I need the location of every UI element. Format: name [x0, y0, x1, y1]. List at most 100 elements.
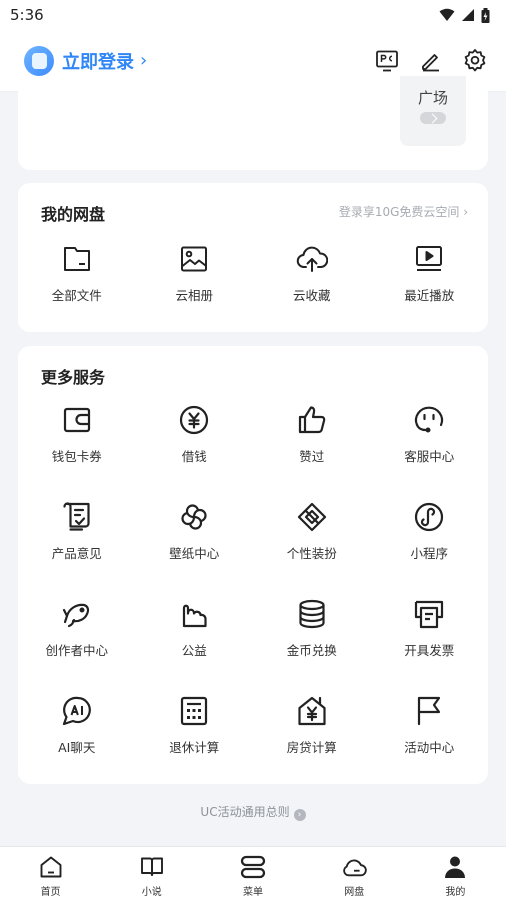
tab-label: 小说	[141, 887, 162, 898]
service-invoice[interactable]: 开具发票	[371, 596, 489, 693]
tab-label: 我的	[445, 887, 466, 898]
login-button[interactable]: 立即登录	[62, 48, 134, 74]
cell-label: 产品意见	[51, 546, 102, 561]
cell-label: 钱包卡券	[51, 449, 102, 464]
netdisk-item-album[interactable]: 云相册	[136, 241, 254, 321]
yen-coin-icon	[176, 402, 212, 438]
tab-netdisk[interactable]: 网盘	[304, 847, 405, 900]
headset-icon	[411, 402, 447, 438]
status-bar: 5:36	[0, 0, 506, 30]
cloud-upload-icon	[294, 241, 330, 277]
service-feedback[interactable]: 产品意见	[18, 499, 136, 596]
feedback-doc-icon	[59, 499, 95, 535]
service-charity[interactable]: 公益	[136, 596, 254, 693]
tab-novel[interactable]: 小说	[101, 847, 202, 900]
netdisk-grid: 全部文件 云相册 云收藏 最近播放	[18, 241, 488, 321]
pinwheel-icon	[176, 499, 212, 535]
services-card: 更多服务 钱包卡券 借钱 赞过 客服中心 产品意见 壁纸中心 个性装扮 小程序 …	[18, 346, 488, 784]
thumbs-up-icon	[294, 402, 330, 438]
play-screen-icon	[411, 241, 447, 277]
tab-home[interactable]: 首页	[0, 847, 101, 900]
plaza-arrow-icon	[420, 112, 446, 124]
netdisk-promo-link[interactable]: 登录享10G免费云空间 ›	[339, 203, 468, 220]
netdisk-item-recent-play[interactable]: 最近播放	[371, 241, 489, 321]
cell-label: 全部文件	[51, 288, 102, 303]
service-retirement-calc[interactable]: 退休计算	[136, 693, 254, 790]
status-time: 5:36	[10, 6, 44, 24]
coin-stack-icon	[294, 596, 330, 632]
signal-icon	[462, 9, 474, 21]
tab-label: 菜单	[243, 887, 263, 898]
cell-label: 借钱	[181, 449, 207, 464]
cloud-icon	[341, 854, 367, 880]
avatar[interactable]	[24, 45, 54, 76]
cell-label: 金币兑换	[286, 643, 337, 658]
netdisk-title: 我的网盘	[41, 205, 106, 224]
image-icon	[176, 241, 212, 277]
tab-menu[interactable]: 菜单	[202, 847, 303, 900]
netdisk-card: 我的网盘 登录享10G免费云空间 › 全部文件 云相册 云收藏 最近播放	[18, 183, 488, 332]
rules-label: UC活动通用总则	[200, 805, 290, 819]
pc-icon[interactable]	[374, 48, 400, 74]
calculator-icon	[176, 693, 212, 729]
service-mortgage-calc[interactable]: 房贷计算	[253, 693, 371, 790]
mini-program-icon	[411, 499, 447, 535]
ai-chat-icon	[59, 693, 95, 729]
service-wallpaper[interactable]: 壁纸中心	[136, 499, 254, 596]
cell-label: 客服中心	[404, 449, 455, 464]
service-mini-program[interactable]: 小程序	[371, 499, 489, 596]
services-title: 更多服务	[41, 368, 106, 387]
netdisk-item-all-files[interactable]: 全部文件	[18, 241, 136, 321]
invoice-printer-icon	[411, 596, 447, 632]
plaza-entry[interactable]: 广场	[400, 76, 466, 146]
cell-label: 云相册	[175, 288, 213, 303]
service-customer-center[interactable]: 客服中心	[371, 402, 489, 499]
cell-label: 开具发票	[404, 643, 455, 658]
service-coin-exchange[interactable]: 金币兑换	[253, 596, 371, 693]
creator-fish-icon	[59, 596, 95, 632]
service-liked[interactable]: 赞过	[253, 402, 371, 499]
bottom-tab-bar: 首页 小说 菜单 网盘 我的	[0, 846, 506, 900]
cell-label: 活动中心	[404, 740, 455, 755]
cell-label: 房贷计算	[286, 740, 337, 755]
status-icons	[439, 7, 490, 23]
netdisk-item-favorites[interactable]: 云收藏	[253, 241, 371, 321]
service-ai-chat[interactable]: AI聊天	[18, 693, 136, 790]
service-activity-center[interactable]: 活动中心	[371, 693, 489, 790]
service-dressup[interactable]: 个性装扮	[253, 499, 371, 596]
cell-label: 创作者中心	[45, 643, 108, 658]
settings-icon[interactable]	[462, 48, 488, 74]
service-creator-center[interactable]: 创作者中心	[18, 596, 136, 693]
battery-icon	[481, 7, 490, 23]
cell-label: 壁纸中心	[169, 546, 220, 561]
cell-label: 赞过	[299, 449, 325, 464]
house-yen-icon	[294, 693, 330, 729]
home-icon	[38, 854, 64, 880]
chevron-right-icon: ›	[140, 50, 148, 71]
menu-icon	[240, 854, 266, 880]
cell-label: 小程序	[410, 546, 448, 561]
cell-label: 云收藏	[292, 288, 331, 303]
service-borrow[interactable]: 借钱	[136, 402, 254, 499]
cell-label: 最近播放	[404, 288, 455, 303]
plaza-label: 广场	[417, 89, 448, 107]
book-icon	[139, 854, 165, 880]
service-wallet[interactable]: 钱包卡券	[18, 402, 136, 499]
edit-icon[interactable]	[418, 48, 444, 74]
cell-label: 个性装扮	[286, 546, 337, 561]
folder-icon	[59, 241, 95, 277]
wifi-icon	[439, 8, 455, 21]
activity-rules-link[interactable]: UC活动通用总则 ›	[0, 803, 506, 821]
top-card: 广场	[18, 76, 488, 170]
services-grid: 钱包卡券 借钱 赞过 客服中心 产品意见 壁纸中心 个性装扮 小程序 创作者中心…	[18, 402, 488, 790]
tab-label: 网盘	[344, 887, 365, 898]
charity-hand-icon	[176, 596, 212, 632]
cell-label: AI聊天	[58, 740, 96, 755]
cell-label: 公益	[181, 643, 207, 658]
profile-icon	[442, 854, 468, 880]
tab-label: 首页	[40, 887, 61, 898]
interlock-icon	[294, 499, 330, 535]
wallet-icon	[59, 402, 95, 438]
cell-label: 退休计算	[169, 740, 220, 755]
tab-me[interactable]: 我的	[405, 847, 506, 900]
